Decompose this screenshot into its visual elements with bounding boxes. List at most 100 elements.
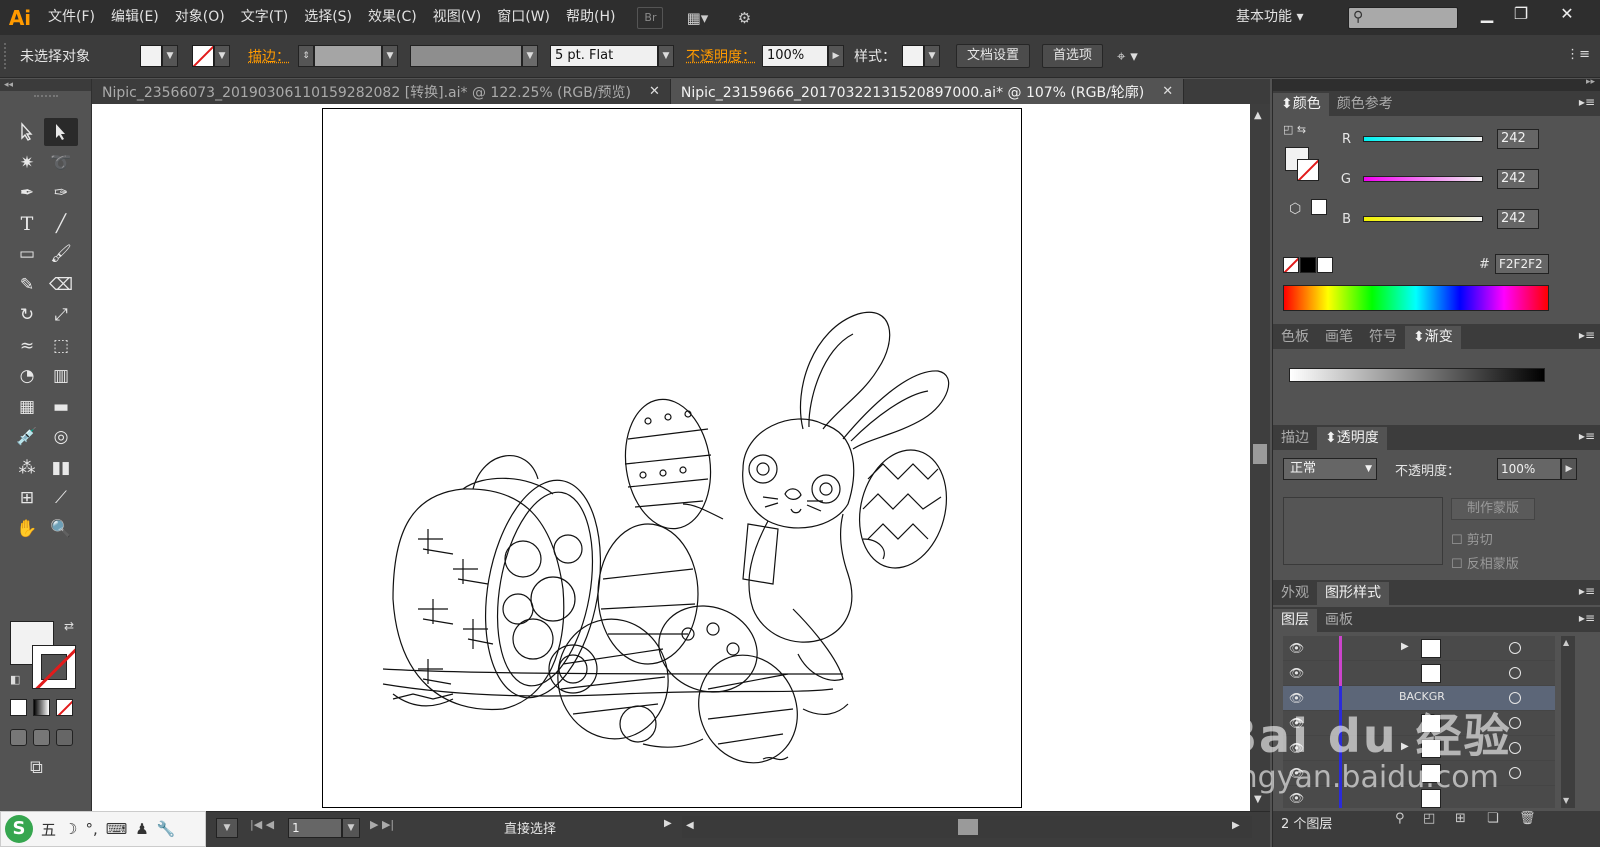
green-slider[interactable] [1363,176,1483,182]
gradient-panel-menu-icon[interactable]: ▸≡ [1579,328,1595,342]
tab-stroke[interactable]: 描边 [1273,427,1317,450]
artboard-number-field[interactable]: 1 [288,818,342,838]
graphic-styles-panel-menu-icon[interactable]: ▸≡ [1579,584,1595,598]
ime-mode[interactable]: 五 [41,819,56,840]
make-mask-button[interactable]: 制作蒙版 [1451,498,1535,520]
type-tool-icon[interactable]: T [10,210,44,238]
ime-punctuation-icon[interactable]: °, [85,820,97,838]
tools-panel-collapse-icon[interactable]: ◂◂ [0,79,91,91]
workspace-switcher[interactable]: 基本功能 ▾ [1236,6,1303,26]
tab-layers[interactable]: 图层 [1273,609,1317,632]
ime-user-icon[interactable]: ♟ [135,820,148,838]
gradient-mode-icon[interactable] [33,699,50,716]
slice-tool-icon[interactable]: ⟋ [44,484,78,512]
stroke-dropdown[interactable]: ▼ [214,45,230,67]
tab-color-guide[interactable]: 颜色参考 [1329,93,1401,116]
ime-settings-icon[interactable]: 🔧 [157,820,176,838]
layer-row[interactable]: 👁 ▶ [1283,636,1555,661]
blue-slider[interactable] [1363,216,1483,222]
tab-color[interactable]: ⬍颜色 [1273,93,1329,116]
tab-gradient[interactable]: ⬍渐变 [1405,326,1461,349]
bridge-button[interactable]: Br [637,6,664,29]
direct-selection-tool-icon[interactable] [44,118,78,147]
transparency-opacity-field[interactable]: 100% [1497,458,1561,480]
default-fill-stroke-icon[interactable]: ◧ [10,673,20,686]
color-panel-menu-icon[interactable]: ▸≡ [1579,95,1595,109]
none-swatch[interactable] [1283,257,1299,273]
column-graph-tool-icon[interactable]: ▮▮ [44,454,78,482]
brush-dropdown[interactable]: ▼ [658,45,674,67]
artboard[interactable] [322,108,1022,808]
white-swatch[interactable] [1317,257,1333,273]
stroke-color-box[interactable] [32,645,76,689]
draw-normal-icon[interactable] [10,729,27,746]
color-mode-icon[interactable] [10,699,27,716]
status-menu-arrow-icon[interactable]: ▶ [664,818,672,829]
color-spectrum[interactable] [1283,285,1549,311]
black-swatch[interactable] [1300,257,1316,273]
graphic-style-dropdown[interactable]: ▼ [924,45,940,67]
ime-keyboard-icon[interactable]: ⌨ [106,820,128,838]
layers-scroll-up-icon[interactable]: ▲ [1563,638,1569,647]
mesh-tool-icon[interactable]: ▦ [10,393,44,421]
tab-artboards[interactable]: 画板 [1317,609,1361,632]
gradient-preview-bar[interactable] [1289,368,1545,382]
layers-scroll-down-icon[interactable]: ▼ [1563,796,1569,805]
variable-width-field[interactable] [410,45,522,67]
menu-edit[interactable]: 编辑(E) [103,0,167,35]
pencil-tool-icon[interactable]: ✎ [10,271,44,299]
rectangle-tool-icon[interactable]: ▭ [10,240,44,268]
red-slider[interactable] [1363,136,1483,142]
tab-symbols[interactable]: 符号 [1361,326,1405,349]
document-setup-button[interactable]: 文档设置 [956,44,1031,68]
lasso-tool-icon[interactable]: ➰ [44,149,78,177]
magic-wand-tool-icon[interactable]: ✷ [10,149,44,177]
none-mode-icon[interactable] [56,699,73,716]
scroll-left-arrow-icon[interactable]: ◀ [686,820,694,831]
fill-stroke-widget[interactable]: ⇄ ◧ [8,619,88,695]
delete-layer-icon[interactable]: 🗑 [1519,811,1536,826]
control-bar-grip[interactable] [4,43,12,69]
ime-moon-icon[interactable]: ☽ [64,820,77,838]
curvature-tool-icon[interactable]: ✑ [44,179,78,207]
opacity-field[interactable]: 100% [762,45,828,67]
stroke-swatch[interactable] [192,45,214,67]
control-panel-menu-icon[interactable]: ⋮≡ [1566,47,1590,62]
restore-button[interactable]: ❐ [1504,3,1538,27]
tools-panel-grip[interactable] [33,95,58,99]
menu-help[interactable]: 帮助(H) [558,0,623,35]
search-input[interactable]: ⚲ [1348,7,1458,29]
new-layer-icon[interactable]: ❏ [1487,811,1499,826]
hand-tool-icon[interactable]: ✋ [10,515,44,543]
hex-value-field[interactable]: F2F2F2 [1495,254,1549,274]
target-circle-icon[interactable] [1509,642,1521,654]
stroke-weight-field[interactable] [314,45,382,67]
scroll-right-arrow-icon[interactable]: ▶ [1232,820,1240,831]
opacity-dropdown[interactable]: ▶ [828,45,844,67]
line-tool-icon[interactable]: ╱ [44,210,78,238]
eyedropper-tool-icon[interactable]: 💉 [10,423,44,451]
blend-mode-select[interactable]: 正常 ▼ [1283,458,1377,480]
close-tab-icon[interactable]: ✕ [649,84,660,99]
eye-icon[interactable]: 👁 [1289,666,1304,680]
isolate-icon[interactable]: ⌖ ▾ [1117,47,1138,65]
stroke-panel-link[interactable]: 描边： [248,46,290,66]
tab-graphic-styles[interactable]: 图形样式 [1317,582,1389,605]
transparency-opacity-arrow[interactable]: ▶ [1561,458,1577,480]
clip-checkbox[interactable]: ☐ 剪切 [1451,529,1493,548]
variable-width-dropdown[interactable]: ▼ [522,45,538,67]
panel-dock-header[interactable]: ▸▸ [1273,77,1600,91]
menu-type[interactable]: 文字(T) [233,0,296,35]
transparency-panel-menu-icon[interactable]: ▸≡ [1579,429,1595,443]
tab-appearance[interactable]: 外观 [1273,582,1317,605]
red-value-field[interactable]: 242 [1497,129,1539,149]
ime-logo[interactable]: S [5,815,33,843]
preferences-button[interactable]: 首选项 [1042,44,1104,68]
shape-builder-tool-icon[interactable]: ◔ [10,362,44,390]
menu-select[interactable]: 选择(S) [296,0,360,35]
menu-window[interactable]: 窗口(W) [489,0,558,35]
scroll-up-arrow-icon[interactable]: ▲ [1254,110,1262,121]
tab-brushes[interactable]: 画笔 [1317,326,1361,349]
artboard-tool-icon[interactable]: ⊞ [10,484,44,512]
last-artboard-icon[interactable]: ▶ ▶| [370,818,394,831]
